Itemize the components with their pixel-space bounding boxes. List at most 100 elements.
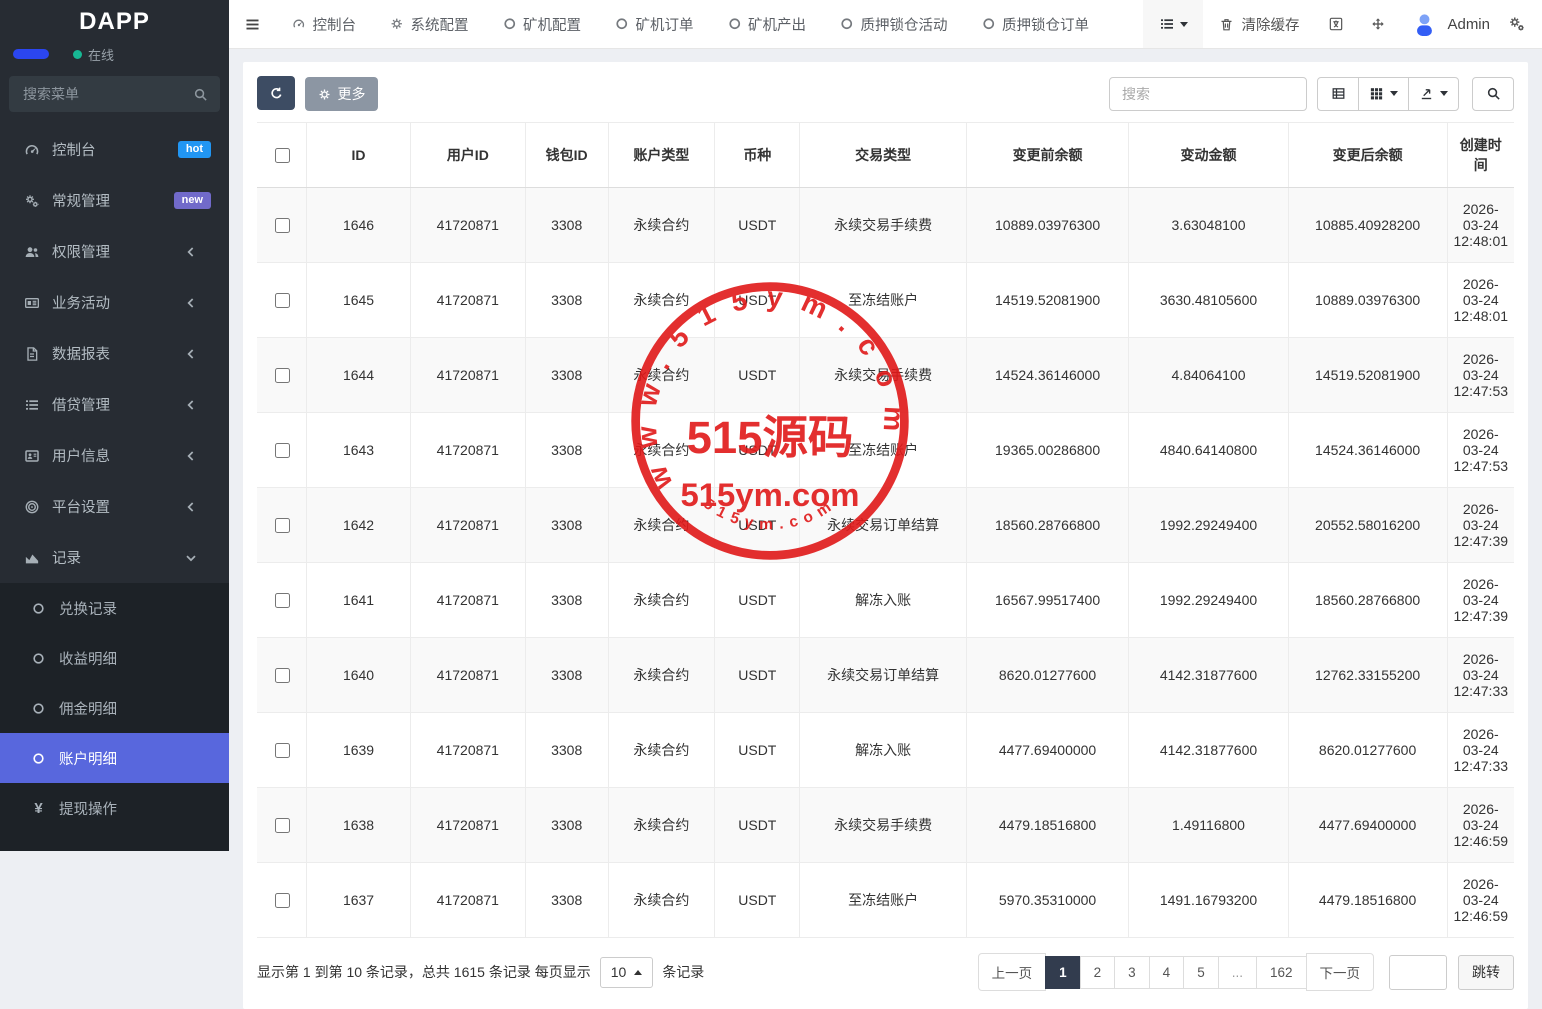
- refresh-button[interactable]: [257, 76, 295, 110]
- pagination-page-162[interactable]: 162: [1256, 956, 1307, 989]
- table-cell: 至冻结账户: [800, 263, 966, 338]
- topnav-tab-dashboard[interactable]: 控制台: [275, 0, 373, 48]
- table-row: 1645417208713308永续合约USDT至冻结账户14519.52081…: [257, 263, 1514, 338]
- row-select-checkbox[interactable]: [275, 218, 290, 233]
- sidebar-subitem-commission-details[interactable]: 佣金明细: [0, 683, 229, 733]
- pagination-page-4[interactable]: 4: [1149, 956, 1185, 989]
- table-cell: 3308: [525, 188, 608, 263]
- table-cell: 永续合约: [608, 563, 715, 638]
- row-select-cell: [257, 638, 307, 713]
- sidebar-subitem-exchange-records[interactable]: 兑换记录: [0, 583, 229, 633]
- table-cell: 3308: [525, 263, 608, 338]
- hamburger-menu-button[interactable]: [229, 0, 275, 48]
- sidebar-subitem-account-details[interactable]: 账户明细: [0, 733, 229, 783]
- table-cell: USDT: [715, 413, 800, 488]
- topnav-tab-miner-output[interactable]: 矿机产出: [711, 0, 824, 48]
- pagination-page-2[interactable]: 2: [1080, 956, 1116, 989]
- chevron-left-icon: [181, 397, 200, 413]
- sidebar-item-user-info[interactable]: 用户信息: [0, 430, 229, 481]
- pagination-page-...[interactable]: ...: [1218, 956, 1257, 989]
- table-cell: 4840.64140800: [1129, 413, 1288, 488]
- circle-icon: [840, 17, 854, 31]
- select-all-checkbox[interactable]: [275, 148, 290, 163]
- table-cell: 41720871: [410, 263, 525, 338]
- language-button[interactable]: [1315, 0, 1357, 48]
- table-cell: 4142.31877600: [1129, 713, 1288, 788]
- detail-view-button[interactable]: [1317, 77, 1359, 111]
- sidebar-item-lending-management[interactable]: 借贷管理: [0, 379, 229, 430]
- topnav-tab-staking-activities[interactable]: 质押锁仓活动: [823, 0, 965, 48]
- clear-cache-button[interactable]: 清除缓存: [1203, 14, 1315, 35]
- table-cell: 14524.36146000: [1288, 413, 1447, 488]
- topnav-tab-system-config[interactable]: 系统配置: [373, 0, 486, 48]
- pagination-next[interactable]: 下一页: [1306, 953, 1375, 991]
- admin-menu[interactable]: Admin: [1399, 11, 1502, 38]
- circle-icon: [615, 17, 629, 31]
- table-header-row: ID用户ID钱包ID账户类型币种交易类型变更前余额变动金额变更后余额创建时间: [257, 123, 1514, 188]
- detail-view-icon: [1331, 86, 1346, 101]
- row-select-cell: [257, 713, 307, 788]
- table-cell: 16567.99517400: [966, 563, 1129, 638]
- file-icon: [22, 346, 41, 362]
- sidebar-subitem-income-details[interactable]: 收益明细: [0, 633, 229, 683]
- sidebar-item-permission-management[interactable]: 权限管理: [0, 226, 229, 277]
- fullscreen-button[interactable]: [1357, 0, 1399, 48]
- topnav-tab-miner-orders[interactable]: 矿机订单: [598, 0, 711, 48]
- page-jump-button[interactable]: 跳转: [1458, 955, 1514, 990]
- sidebar-subitem-withdrawal-operations[interactable]: ¥提现操作: [0, 783, 229, 833]
- table-cell: 4477.69400000: [966, 713, 1129, 788]
- export-button[interactable]: [1408, 77, 1459, 111]
- pagination-page-3[interactable]: 3: [1114, 956, 1150, 989]
- toolbar-left: 更多: [257, 76, 378, 111]
- sidebar-item-dashboard[interactable]: 控制台hot: [0, 124, 229, 175]
- columns-button[interactable]: [1358, 77, 1409, 111]
- row-select-checkbox[interactable]: [275, 293, 290, 308]
- page-size-select[interactable]: 10: [600, 957, 654, 988]
- sidebar-item-platform-settings[interactable]: 平台设置: [0, 481, 229, 532]
- topnav-tab-staking-orders[interactable]: 质押锁仓订单: [965, 0, 1107, 48]
- table-row: 1640417208713308永续合约USDT永续交易订单结算8620.012…: [257, 638, 1514, 713]
- idcard-icon: [22, 448, 41, 464]
- row-select-checkbox[interactable]: [275, 743, 290, 758]
- records-summary: 显示第 1 到第 10 条记录，总共 1615 条记录 每页显示 10 条记录: [257, 957, 704, 988]
- sidebar-item-data-reports[interactable]: 数据报表: [0, 328, 229, 379]
- caret-down-icon: [1390, 91, 1398, 96]
- sidebar-item-business-activities[interactable]: 业务活动: [0, 277, 229, 328]
- row-select-checkbox[interactable]: [275, 443, 290, 458]
- sidebar-search-input[interactable]: [21, 85, 185, 103]
- table-cell: 10885.40928200: [1288, 188, 1447, 263]
- row-select-checkbox[interactable]: [275, 368, 290, 383]
- topnav-tab-miner-config[interactable]: 矿机配置: [486, 0, 599, 48]
- nav-style-switch-button[interactable]: [1143, 0, 1203, 48]
- caret-down-icon: [1440, 91, 1448, 96]
- more-button[interactable]: 更多: [305, 77, 378, 111]
- circle-icon: [503, 17, 517, 31]
- advanced-search-button[interactable]: [1472, 77, 1514, 111]
- pagination-page-5[interactable]: 5: [1183, 956, 1219, 989]
- table-cell: 3308: [525, 638, 608, 713]
- table-row: 1639417208713308永续合约USDT解冻入账4477.6940000…: [257, 713, 1514, 788]
- page-jump-input[interactable]: [1389, 955, 1447, 990]
- table-search-input[interactable]: [1109, 77, 1307, 111]
- row-select-checkbox[interactable]: [275, 893, 290, 908]
- row-select-checkbox[interactable]: [275, 518, 290, 533]
- row-select-cell: [257, 263, 307, 338]
- search-icon: [1486, 86, 1501, 101]
- topnav-right: 清除缓存 Admin: [1143, 0, 1542, 48]
- row-select-checkbox[interactable]: [275, 593, 290, 608]
- sidebar-subitem-label: 账户明细: [59, 748, 117, 769]
- sidebar-item-records[interactable]: 记录: [0, 532, 229, 583]
- table-cell: 1638: [307, 788, 411, 863]
- row-select-checkbox[interactable]: [275, 668, 290, 683]
- sidebar-item-general-management[interactable]: 常规管理new: [0, 175, 229, 226]
- table-cell: 4479.18516800: [966, 788, 1129, 863]
- row-select-checkbox[interactable]: [275, 818, 290, 833]
- pagination-prev[interactable]: 上一页: [978, 953, 1047, 991]
- table-cell: USDT: [715, 263, 800, 338]
- gears-icon: [22, 193, 41, 209]
- row-select-cell: [257, 788, 307, 863]
- table-cell: USDT: [715, 638, 800, 713]
- table-cell: 5970.35310000: [966, 863, 1129, 938]
- settings-button[interactable]: [1502, 0, 1542, 48]
- pagination-page-1[interactable]: 1: [1045, 956, 1081, 989]
